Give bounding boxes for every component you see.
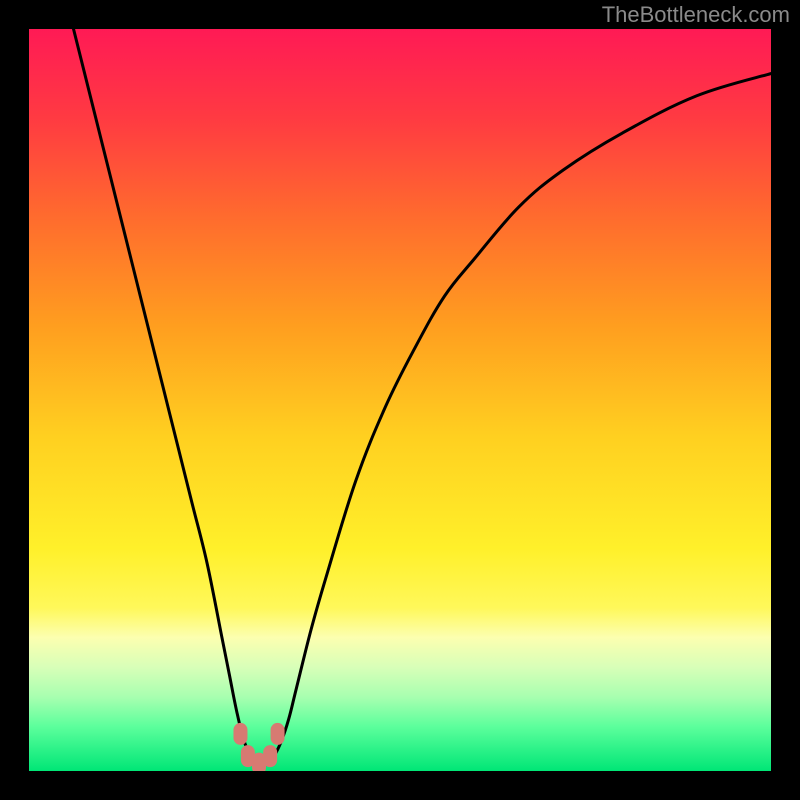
chart-frame: TheBottleneck.com <box>0 0 800 800</box>
trough-marker-3 <box>263 745 277 767</box>
trough-marker-4 <box>271 723 285 745</box>
bottleneck-chart <box>29 29 771 771</box>
watermark-text: TheBottleneck.com <box>602 2 790 28</box>
trough-marker-0 <box>233 723 247 745</box>
chart-background <box>29 29 771 771</box>
plot-area <box>29 29 771 771</box>
